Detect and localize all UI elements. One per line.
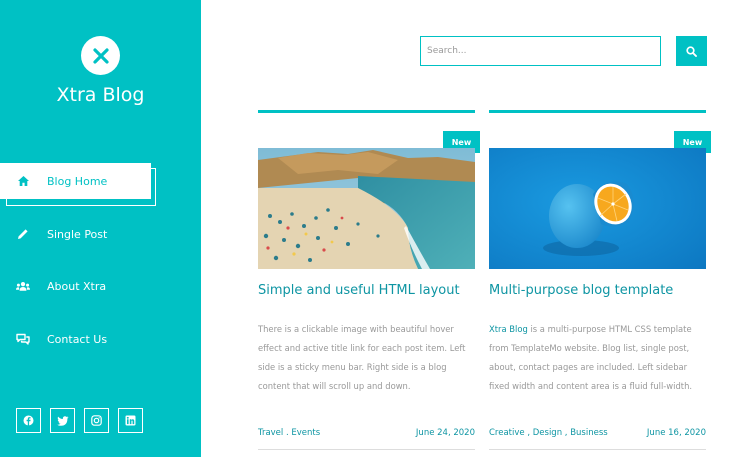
twitter-button[interactable] — [50, 408, 75, 433]
post-excerpt: Xtra Blog is a multi-purpose HTML CSS te… — [489, 320, 706, 396]
page: Xtra Blog Blog Home Single Post About Xt… — [0, 0, 750, 457]
post-bottom-divider — [258, 449, 475, 450]
search-input[interactable] — [420, 36, 661, 66]
excerpt-link[interactable]: Xtra Blog — [489, 324, 528, 334]
post-bottom-divider — [489, 449, 706, 450]
excerpt-text: There is a clickable image with beautifu… — [258, 324, 466, 391]
post-card: New — [258, 110, 480, 457]
facebook-icon — [23, 415, 34, 426]
logo[interactable] — [81, 36, 120, 75]
users-icon — [16, 279, 30, 293]
sidebar-item-label: Single Post — [47, 227, 108, 241]
linkedin-button[interactable] — [118, 408, 143, 433]
sidebar-item-about[interactable]: About Xtra — [0, 268, 201, 304]
pen-icon — [16, 227, 30, 241]
post-divider — [489, 110, 706, 113]
facebook-button[interactable] — [16, 408, 41, 433]
home-icon — [16, 174, 30, 188]
post-card: New — [489, 110, 711, 457]
post-image-beach[interactable] — [258, 148, 475, 269]
post-categories[interactable]: Travel . Events — [258, 428, 320, 438]
sidebar: Xtra Blog Blog Home Single Post About Xt… — [0, 0, 201, 457]
sidebar-item-label: About Xtra — [47, 279, 107, 293]
post-title-link[interactable]: Multi-purpose blog template — [489, 283, 719, 298]
instagram-icon — [91, 415, 102, 426]
excerpt-text: is a multi-purpose HTML CSS template fro… — [489, 324, 693, 391]
instagram-button[interactable] — [84, 408, 109, 433]
post-categories[interactable]: Creative , Design , Business — [489, 428, 608, 438]
sidebar-item-blog-home[interactable]: Blog Home — [0, 163, 151, 199]
comments-icon — [16, 332, 30, 346]
sidebar-item-label: Contact Us — [47, 332, 108, 346]
post-excerpt: There is a clickable image with beautifu… — [258, 320, 475, 396]
sidebar-item-label: Blog Home — [47, 174, 108, 188]
brand-name[interactable]: Xtra Blog — [0, 84, 201, 106]
post-date: June 24, 2020 — [415, 428, 475, 438]
linkedin-icon — [125, 415, 136, 426]
close-x-icon — [92, 47, 109, 64]
post-image-orange[interactable] — [489, 148, 706, 269]
sidebar-item-single-post[interactable]: Single Post — [0, 216, 201, 252]
search-icon — [686, 45, 697, 57]
post-divider — [258, 110, 475, 113]
twitter-icon — [56, 415, 68, 426]
post-title-link[interactable]: Simple and useful HTML layout — [258, 283, 488, 298]
post-date: June 16, 2020 — [646, 428, 706, 438]
sidebar-item-contact[interactable]: Contact Us — [0, 321, 201, 357]
search-button[interactable] — [676, 36, 707, 66]
